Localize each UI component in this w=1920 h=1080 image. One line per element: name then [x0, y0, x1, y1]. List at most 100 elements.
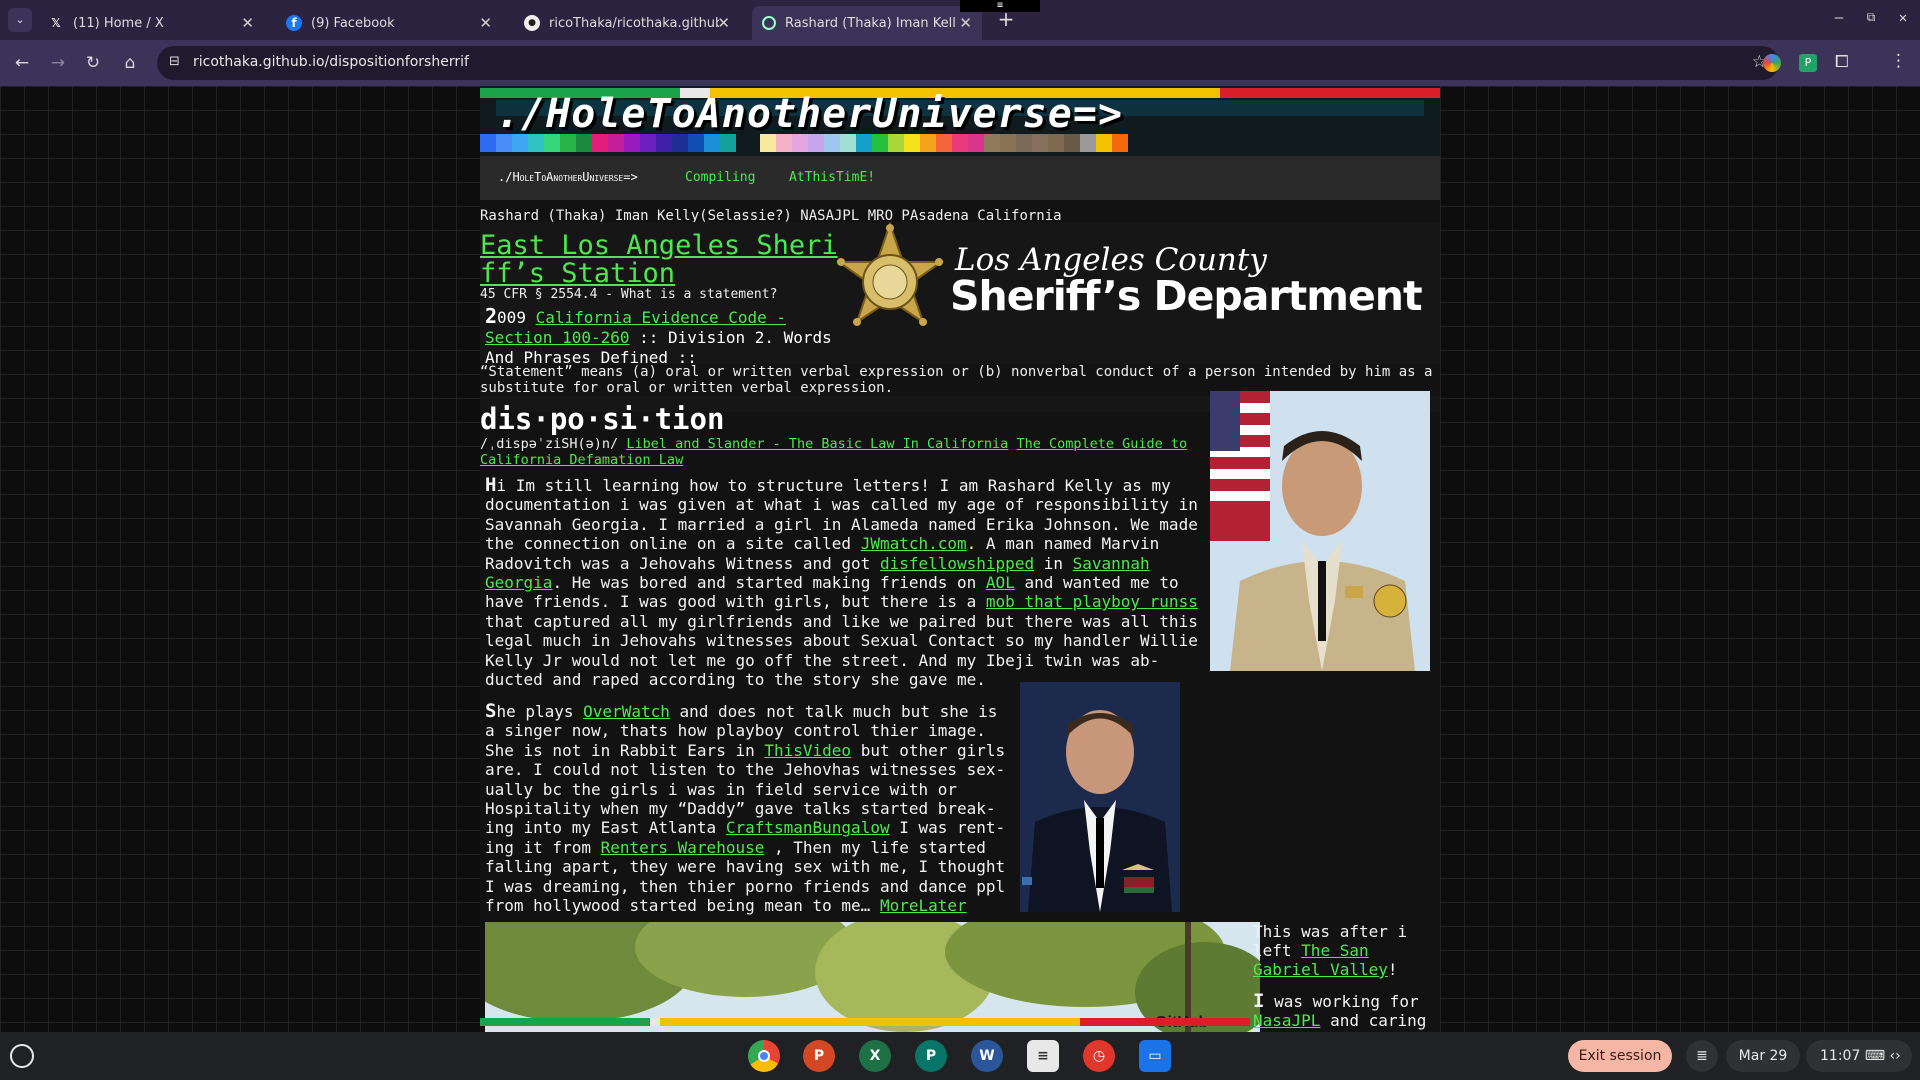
tray-date[interactable]: Mar 29 [1726, 1040, 1800, 1072]
close-icon[interactable]: ✕ [241, 14, 254, 32]
lasd-department-text: Sheriff’s Department [950, 272, 1423, 320]
paragraph-text: ! [1387, 960, 1398, 979]
minimize-icon[interactable]: – [1830, 10, 1848, 28]
nav-compiling-link[interactable]: Compiling [685, 170, 755, 185]
files-icon[interactable]: ▭ [1139, 1040, 1171, 1072]
close-icon[interactable]: ✕ [479, 14, 492, 32]
paragraph-text: and caring [1320, 1011, 1427, 1030]
docs-icon[interactable]: ≡ [1027, 1040, 1059, 1072]
nasajpl-link[interactable]: NasaJPL [1253, 1011, 1320, 1030]
site-banner: ./HoleToAnotherUniverse=> [480, 86, 1440, 156]
back-arrow-icon[interactable]: ← [11, 52, 33, 74]
menu-handle-icon: ≡ [960, 0, 1040, 12]
restore-icon[interactable]: ⧉ [1862, 10, 1880, 28]
url-text[interactable]: ricothaka.github.io/dispositionforsherri… [193, 54, 469, 70]
tray-time-status[interactable]: 11:07 ⌨ ‹› [1806, 1040, 1912, 1072]
navy-portrait-image [1020, 682, 1180, 912]
home-icon[interactable]: ⌂ [119, 52, 141, 74]
jwmatch-link[interactable]: JWmatch.com [861, 534, 967, 553]
nav-home-link[interactable]: ./HoleToAnotherUniverse=> [498, 170, 638, 184]
disfellowshipped-link[interactable]: disfellowshipped [880, 554, 1034, 573]
sheriff-portrait-image [1210, 391, 1430, 671]
x-logo-icon: 𝕏 [51, 16, 61, 30]
excel-icon[interactable]: X [859, 1040, 891, 1072]
disposition-pronunciation: /ˌdispəˈziSH(ə)n/ Libel and Slander - Th… [480, 436, 1200, 468]
powerpoint-icon[interactable]: P [803, 1040, 835, 1072]
publisher-icon[interactable]: P [915, 1040, 947, 1072]
side-note: I was working for NasaJPL and caring [1253, 990, 1438, 1031]
tab-current-page[interactable]: Rashard (Thaka) Iman Kelly(Se ✕ [752, 6, 982, 40]
address-bar[interactable]: ⊟ ricothaka.github.io/dispositionforsher… [157, 46, 1779, 80]
timer-icon[interactable]: ◷ [1083, 1040, 1115, 1072]
aol-link[interactable]: AOL [986, 573, 1015, 592]
page-viewport: ./HoleToAnotherUniverse=> ./HoleToAnothe… [0, 86, 1920, 1032]
keyboard-icon: ⌨ [1864, 1048, 1886, 1064]
tray-notes-icon[interactable]: ≣ [1686, 1040, 1718, 1072]
banner-title: ./HoleToAnotherUniverse=> [496, 91, 1124, 137]
os-taskbar: P X P W ≡ ◷ ▭ Exit session ≣ Mar 29 11:0… [0, 1032, 1920, 1080]
page-icon [762, 16, 776, 30]
tab-title: (11) Home / X [73, 15, 164, 31]
reload-icon[interactable]: ↻ [82, 52, 104, 74]
sheriff-star-icon [835, 222, 945, 326]
github-icon: ● [524, 15, 540, 31]
paragraph-text: . He was bored and started making friend… [552, 573, 986, 593]
drop-cap: I [1253, 990, 1265, 1012]
site-nav: ./HoleToAnotherUniverse=> Compiling AtTh… [480, 156, 1440, 200]
site-info-icon[interactable]: ⊟ [169, 54, 180, 69]
playboy-link[interactable]: mob that playboy runss [986, 592, 1198, 611]
browser-toolbar: ← → ↻ ⌂ ⊟ ricothaka.github.io/dispositio… [0, 40, 1920, 86]
paragraph-text: in [1034, 553, 1073, 573]
cfr-heading: 45 CFR § 2554.4 - What is a statement? [480, 287, 778, 302]
tab-x-home[interactable]: 𝕏 (11) Home / X ✕ [38, 6, 264, 40]
color-swatches [480, 134, 736, 152]
forward-arrow-icon[interactable]: → [47, 52, 69, 74]
close-icon[interactable]: ✕ [717, 14, 730, 32]
renters-warehouse-link[interactable]: Renters Warehouse [601, 838, 765, 857]
second-paragraph: She plays OverWatch and does not talk mu… [485, 700, 1010, 915]
pronunciation-text: /ˌdispəˈziSH(ə)n/ [480, 436, 619, 452]
drop-cap: 2 [485, 304, 498, 328]
lasd-logo: Los Angeles County Sheriff’s Department [835, 222, 1440, 352]
word-icon[interactable]: W [971, 1040, 1003, 1072]
drop-cap: S [485, 700, 497, 722]
overwatch-link[interactable]: OverWatch [583, 702, 670, 721]
year-text: 009 [497, 308, 536, 327]
tree-photo-image: GitHub [485, 922, 1260, 1032]
tab-facebook[interactable]: f (9) Facebook ✕ [276, 6, 502, 40]
tab-search-button[interactable]: ⌄ [8, 8, 32, 32]
browser-tab-bar: ⌄ 𝕏 (11) Home / X ✕ f (9) Facebook ✕ ● r… [0, 0, 1920, 40]
color-stripe [480, 1018, 1250, 1026]
disposition-heading: dis·po·si·tion [480, 402, 725, 436]
more-later-link[interactable]: MoreLater [880, 896, 967, 915]
puzzle-extensions-icon[interactable]: ⧠ [1835, 52, 1849, 72]
chrome-icon[interactable] [748, 1040, 780, 1072]
tray-time: 11:07 [1820, 1048, 1861, 1064]
craftsman-bungalow-link[interactable]: CraftsmanBungalow [726, 818, 890, 837]
tab-title: ricoThaka/ricothaka.github.io [549, 15, 719, 31]
facebook-icon: f [286, 15, 302, 31]
page-content: ./HoleToAnotherUniverse=> ./HoleToAnothe… [480, 86, 1440, 1032]
paragraph-text: that captured all my girlfriends and lik… [485, 611, 1198, 690]
evidence-code-text: 2009 California Evidence Code - Section … [485, 306, 855, 368]
drop-cap: H [485, 474, 497, 496]
close-window-icon[interactable]: ✕ [1894, 10, 1912, 28]
libel-slander-link[interactable]: Libel and Slander - The Basic Law In Cal… [626, 436, 1008, 452]
launcher-icon[interactable] [10, 1044, 34, 1068]
color-swatches [760, 134, 1128, 152]
close-icon[interactable]: ✕ [959, 14, 972, 32]
paragraph-text: was working for [1264, 992, 1419, 1011]
paragraph-text: he plays [496, 702, 584, 721]
more-menu-icon[interactable]: ⋮ [1890, 51, 1907, 71]
exit-session-button[interactable]: Exit session [1568, 1040, 1672, 1072]
intro-paragraph: Hi Im still learning how to structure le… [485, 474, 1200, 690]
side-note: This was after i left The San Gabriel Va… [1253, 922, 1438, 979]
nav-atthistime-link[interactable]: AtThisTimE! [789, 170, 875, 185]
tab-github[interactable]: ● ricoThaka/ricothaka.github.io ✕ [514, 6, 740, 40]
station-title-link[interactable]: East Los Angeles Sheriff’s Station [480, 232, 840, 288]
code-icon: ‹› [1889, 1048, 1901, 1064]
extension-icon[interactable] [1763, 54, 1781, 72]
tab-title: (9) Facebook [311, 15, 395, 31]
this-video-link[interactable]: ThisVideo [764, 741, 851, 760]
pushbullet-icon[interactable]: P [1799, 54, 1817, 72]
